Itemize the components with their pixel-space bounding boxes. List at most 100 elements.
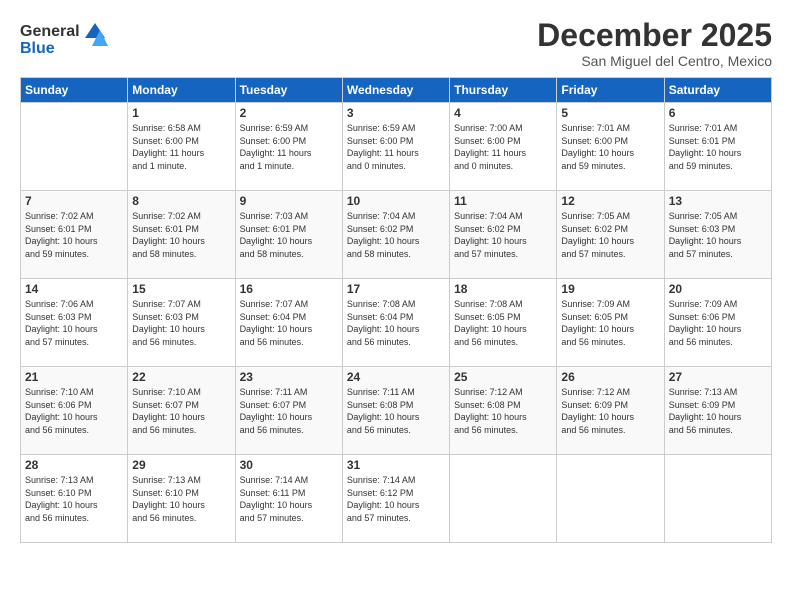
day-info: Sunrise: 7:04 AM Sunset: 6:02 PM Dayligh… [454, 210, 552, 260]
calendar-cell: 5 Sunrise: 7:01 AM Sunset: 6:00 PM Daylig… [557, 103, 664, 191]
day-info: Sunrise: 7:10 AM Sunset: 6:06 PM Dayligh… [25, 386, 123, 436]
day-number: 23 [240, 370, 338, 384]
day-number: 4 [454, 106, 552, 120]
logo-text: General Blue [20, 18, 110, 63]
calendar-cell: 16Sunrise: 7:07 AM Sunset: 6:04 PM Dayli… [235, 279, 342, 367]
calendar-cell: 2 Sunrise: 6:59 AM Sunset: 6:00 PM Daylig… [235, 103, 342, 191]
calendar-cell: 21 Sunrise: 7:10 AM Sunset: 6:06 PM Dayli… [21, 367, 128, 455]
day-info: Sunrise: 7:14 AM Sunset: 6:11 PM Dayligh… [240, 474, 338, 524]
day-info: Sunrise: 7:08 AM Sunset: 6:04 PM Dayligh… [347, 298, 445, 348]
day-info: Sunrise: 7:00 AM Sunset: 6:00 PM Dayligh… [454, 122, 552, 172]
day-number: 24 [347, 370, 445, 384]
day-info: Sunrise: 7:04 AM Sunset: 6:02 PM Dayligh… [347, 210, 445, 260]
week-row-5: 28 Sunrise: 7:13 AM Sunset: 6:10 PM Dayli… [21, 455, 772, 543]
day-number: 15 [132, 282, 230, 296]
svg-text:Blue: Blue [20, 40, 55, 57]
day-info: Sunrise: 7:09 AM Sunset: 6:06 PM Dayligh… [669, 298, 767, 348]
calendar-cell [664, 455, 771, 543]
calendar-cell: 8Sunrise: 7:02 AM Sunset: 6:01 PM Daylig… [128, 191, 235, 279]
header-thursday: Thursday [450, 78, 557, 103]
calendar-cell: 30 Sunrise: 7:14 AM Sunset: 6:11 PM Dayli… [235, 455, 342, 543]
day-number: 19 [561, 282, 659, 296]
day-number: 9 [240, 194, 338, 208]
day-info: Sunrise: 7:02 AM Sunset: 6:01 PM Dayligh… [132, 210, 230, 260]
svg-text:General: General [20, 23, 80, 40]
day-number: 18 [454, 282, 552, 296]
day-info: Sunrise: 7:03 AM Sunset: 6:01 PM Dayligh… [240, 210, 338, 260]
day-info: Sunrise: 7:13 AM Sunset: 6:10 PM Dayligh… [132, 474, 230, 524]
day-info: Sunrise: 7:12 AM Sunset: 6:09 PM Dayligh… [561, 386, 659, 436]
calendar-cell: 14 Sunrise: 7:06 AM Sunset: 6:03 PM Dayli… [21, 279, 128, 367]
calendar-cell [557, 455, 664, 543]
day-number: 30 [240, 458, 338, 472]
location-subtitle: San Miguel del Centro, Mexico [537, 53, 772, 69]
header-sunday: Sunday [21, 78, 128, 103]
day-number: 20 [669, 282, 767, 296]
day-number: 29 [132, 458, 230, 472]
day-number: 21 [25, 370, 123, 384]
calendar-cell: 26Sunrise: 7:12 AM Sunset: 6:09 PM Dayli… [557, 367, 664, 455]
day-info: Sunrise: 7:06 AM Sunset: 6:03 PM Dayligh… [25, 298, 123, 348]
calendar-cell: 31Sunrise: 7:14 AM Sunset: 6:12 PM Dayli… [342, 455, 449, 543]
header-friday: Friday [557, 78, 664, 103]
day-number: 11 [454, 194, 552, 208]
week-row-1: 1Sunrise: 6:58 AM Sunset: 6:00 PM Daylig… [21, 103, 772, 191]
day-info: Sunrise: 7:05 AM Sunset: 6:02 PM Dayligh… [561, 210, 659, 260]
calendar-cell: 24 Sunrise: 7:11 AM Sunset: 6:08 PM Dayli… [342, 367, 449, 455]
day-info: Sunrise: 7:11 AM Sunset: 6:07 PM Dayligh… [240, 386, 338, 436]
day-number: 28 [25, 458, 123, 472]
day-info: Sunrise: 7:01 AM Sunset: 6:00 PM Dayligh… [561, 122, 659, 172]
calendar-cell: 18 Sunrise: 7:08 AM Sunset: 6:05 PM Dayli… [450, 279, 557, 367]
calendar-cell [21, 103, 128, 191]
calendar-cell [450, 455, 557, 543]
day-info: Sunrise: 7:01 AM Sunset: 6:01 PM Dayligh… [669, 122, 767, 172]
day-info: Sunrise: 7:13 AM Sunset: 6:10 PM Dayligh… [25, 474, 123, 524]
calendar-cell: 29 Sunrise: 7:13 AM Sunset: 6:10 PM Dayli… [128, 455, 235, 543]
header-row: Sunday Monday Tuesday Wednesday Thursday… [21, 78, 772, 103]
calendar-table: Sunday Monday Tuesday Wednesday Thursday… [20, 77, 772, 543]
day-number: 10 [347, 194, 445, 208]
day-info: Sunrise: 7:09 AM Sunset: 6:05 PM Dayligh… [561, 298, 659, 348]
day-number: 13 [669, 194, 767, 208]
calendar-cell: 17Sunrise: 7:08 AM Sunset: 6:04 PM Dayli… [342, 279, 449, 367]
week-row-3: 14 Sunrise: 7:06 AM Sunset: 6:03 PM Dayli… [21, 279, 772, 367]
calendar-cell: 15Sunrise: 7:07 AM Sunset: 6:03 PM Dayli… [128, 279, 235, 367]
day-info: Sunrise: 7:13 AM Sunset: 6:09 PM Dayligh… [669, 386, 767, 436]
day-info: Sunrise: 6:59 AM Sunset: 6:00 PM Dayligh… [240, 122, 338, 172]
calendar-cell: 7Sunrise: 7:02 AM Sunset: 6:01 PM Daylig… [21, 191, 128, 279]
calendar-cell: 23 Sunrise: 7:11 AM Sunset: 6:07 PM Dayli… [235, 367, 342, 455]
day-info: Sunrise: 7:10 AM Sunset: 6:07 PM Dayligh… [132, 386, 230, 436]
day-info: Sunrise: 7:05 AM Sunset: 6:03 PM Dayligh… [669, 210, 767, 260]
day-number: 27 [669, 370, 767, 384]
title-area: December 2025 San Miguel del Centro, Mex… [537, 18, 772, 69]
day-number: 5 [561, 106, 659, 120]
day-info: Sunrise: 6:59 AM Sunset: 6:00 PM Dayligh… [347, 122, 445, 172]
header-monday: Monday [128, 78, 235, 103]
day-number: 14 [25, 282, 123, 296]
month-title: December 2025 [537, 18, 772, 53]
day-info: Sunrise: 7:08 AM Sunset: 6:05 PM Dayligh… [454, 298, 552, 348]
day-info: Sunrise: 7:14 AM Sunset: 6:12 PM Dayligh… [347, 474, 445, 524]
week-row-2: 7Sunrise: 7:02 AM Sunset: 6:01 PM Daylig… [21, 191, 772, 279]
calendar-cell: 20 Sunrise: 7:09 AM Sunset: 6:06 PM Dayli… [664, 279, 771, 367]
day-number: 12 [561, 194, 659, 208]
calendar-cell: 27 Sunrise: 7:13 AM Sunset: 6:09 PM Dayli… [664, 367, 771, 455]
header-saturday: Saturday [664, 78, 771, 103]
header-tuesday: Tuesday [235, 78, 342, 103]
calendar-cell: 9 Sunrise: 7:03 AM Sunset: 6:01 PM Daylig… [235, 191, 342, 279]
day-number: 6 [669, 106, 767, 120]
calendar-cell: 19 Sunrise: 7:09 AM Sunset: 6:05 PM Dayli… [557, 279, 664, 367]
calendar-cell: 10 Sunrise: 7:04 AM Sunset: 6:02 PM Dayli… [342, 191, 449, 279]
calendar-cell: 28 Sunrise: 7:13 AM Sunset: 6:10 PM Dayli… [21, 455, 128, 543]
day-number: 2 [240, 106, 338, 120]
calendar-cell: 6 Sunrise: 7:01 AM Sunset: 6:01 PM Daylig… [664, 103, 771, 191]
calendar-cell: 22 Sunrise: 7:10 AM Sunset: 6:07 PM Dayli… [128, 367, 235, 455]
calendar-page: General Blue December 2025 San Miguel de… [0, 0, 792, 612]
week-row-4: 21 Sunrise: 7:10 AM Sunset: 6:06 PM Dayli… [21, 367, 772, 455]
day-info: Sunrise: 7:02 AM Sunset: 6:01 PM Dayligh… [25, 210, 123, 260]
calendar-cell: 13 Sunrise: 7:05 AM Sunset: 6:03 PM Dayli… [664, 191, 771, 279]
day-info: Sunrise: 7:11 AM Sunset: 6:08 PM Dayligh… [347, 386, 445, 436]
header-area: General Blue December 2025 San Miguel de… [20, 18, 772, 69]
calendar-cell: 12 Sunrise: 7:05 AM Sunset: 6:02 PM Dayli… [557, 191, 664, 279]
day-number: 22 [132, 370, 230, 384]
